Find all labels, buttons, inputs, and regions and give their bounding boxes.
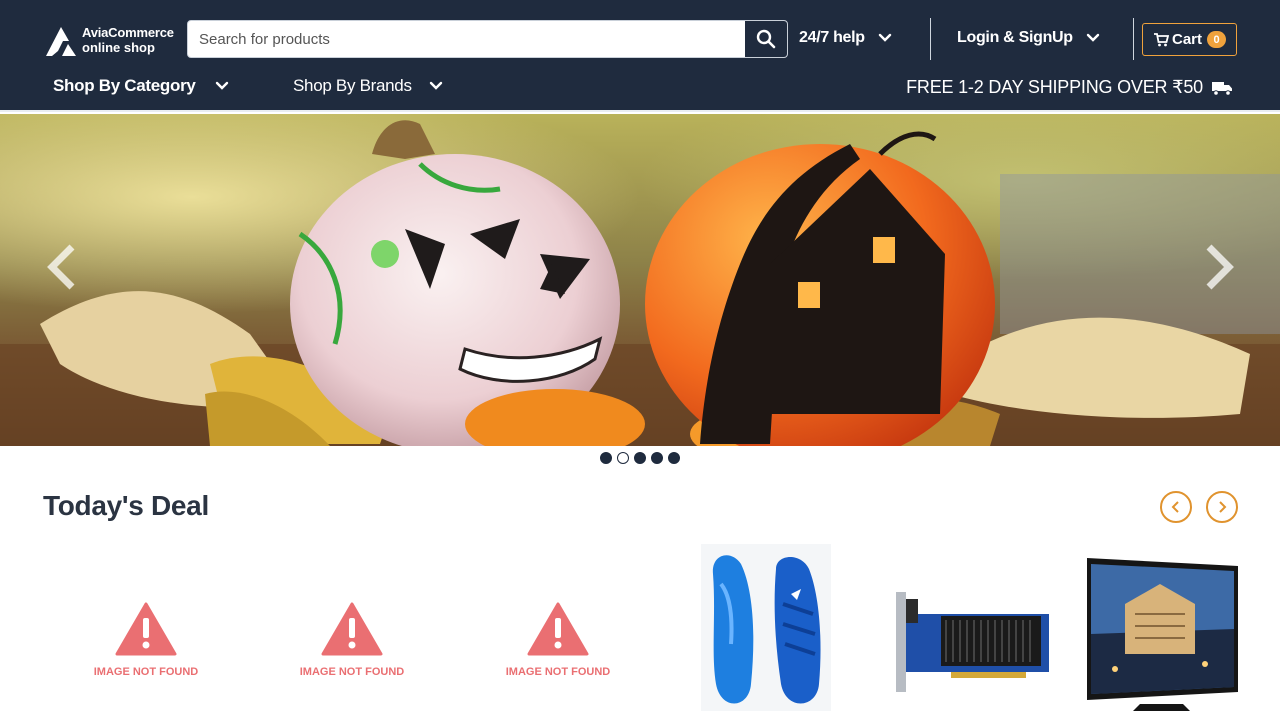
- deal-product-card[interactable]: IMAGE NOT FOUND: [43, 544, 249, 711]
- image-not-found-label: IMAGE NOT FOUND: [93, 666, 199, 678]
- cart-button[interactable]: Cart 0: [1142, 23, 1237, 56]
- logo-tagline: online shop: [82, 40, 155, 55]
- deals-next-button[interactable]: [1206, 491, 1238, 523]
- image-not-found-label: IMAGE NOT FOUND: [299, 666, 405, 678]
- logo-brand-name: AviaCommerce: [82, 25, 174, 40]
- carousel-indicators: [600, 452, 680, 464]
- search-input[interactable]: [188, 21, 746, 57]
- image-not-found-icon: [321, 602, 383, 656]
- shop-by-category-menu[interactable]: Shop By Category: [53, 76, 230, 96]
- curved-monitor-image: [1085, 544, 1238, 711]
- chevron-down-icon: [878, 33, 891, 42]
- todays-deal-heading: Today's Deal: [43, 490, 209, 521]
- deal-product-card[interactable]: [1085, 544, 1238, 711]
- free-shipping-notice: FREE 1-2 DAY SHIPPING OVER ₹50: [906, 77, 1234, 98]
- chevron-down-icon: [215, 81, 228, 90]
- login-label: Login & SignUp: [957, 29, 1073, 46]
- chevron-left-icon: [1171, 501, 1179, 513]
- deal-product-card[interactable]: [891, 544, 1051, 711]
- image-not-found-label: IMAGE NOT FOUND: [505, 666, 611, 678]
- site-logo[interactable]: AviaCommerce online shop: [44, 20, 179, 60]
- deals-prev-button[interactable]: [1160, 491, 1192, 523]
- deal-products-list: IMAGE NOT FOUND IMAGE NOT FOUND IMAGE NO…: [43, 544, 1238, 711]
- cart-icon: [1154, 32, 1169, 46]
- category-label: Shop By Category: [53, 76, 196, 95]
- image-not-found-icon: [527, 602, 589, 656]
- carousel-next-arrow[interactable]: [1199, 242, 1239, 292]
- truck-icon: [1212, 81, 1232, 96]
- search-icon: [756, 29, 776, 49]
- carousel-dot[interactable]: [617, 452, 629, 464]
- deal-product-card[interactable]: IMAGE NOT FOUND: [455, 544, 661, 711]
- graphics-card-image: [891, 544, 1051, 711]
- shop-by-brands-menu[interactable]: Shop By Brands: [293, 76, 444, 96]
- carousel-dot[interactable]: [600, 452, 612, 464]
- deal-product-card[interactable]: [701, 544, 831, 711]
- carousel-dot[interactable]: [651, 452, 663, 464]
- cart-label: Cart: [1172, 31, 1203, 48]
- chevron-down-icon: [1086, 33, 1099, 42]
- help-label: 24/7 help: [799, 29, 865, 46]
- chevron-down-icon: [429, 81, 442, 90]
- header-divider: [1133, 18, 1134, 60]
- header-divider: [930, 18, 931, 60]
- hero-carousel[interactable]: [0, 114, 1280, 446]
- brands-label: Shop By Brands: [293, 76, 412, 95]
- shipping-text: FREE 1-2 DAY SHIPPING OVER ₹50: [906, 77, 1203, 97]
- chevron-right-icon: [1219, 501, 1227, 513]
- carousel-dot[interactable]: [634, 452, 646, 464]
- search-button[interactable]: [745, 21, 787, 57]
- carousel-dot[interactable]: [668, 452, 680, 464]
- cart-count-badge: 0: [1207, 31, 1227, 48]
- logo-icon: [46, 27, 76, 56]
- halloween-pumpkins-banner-image: [0, 114, 1280, 446]
- help-menu[interactable]: 24/7 help: [799, 29, 893, 47]
- blue-sports-shoes-image: [701, 544, 831, 711]
- login-signup-menu[interactable]: Login & SignUp: [957, 29, 1101, 47]
- search-bar: [187, 20, 788, 58]
- carousel-prev-arrow[interactable]: [42, 242, 82, 292]
- image-not-found-icon: [115, 602, 177, 656]
- deal-product-card[interactable]: IMAGE NOT FOUND: [249, 544, 455, 711]
- site-header: AviaCommerce online shop 24/7 help Login…: [0, 0, 1280, 112]
